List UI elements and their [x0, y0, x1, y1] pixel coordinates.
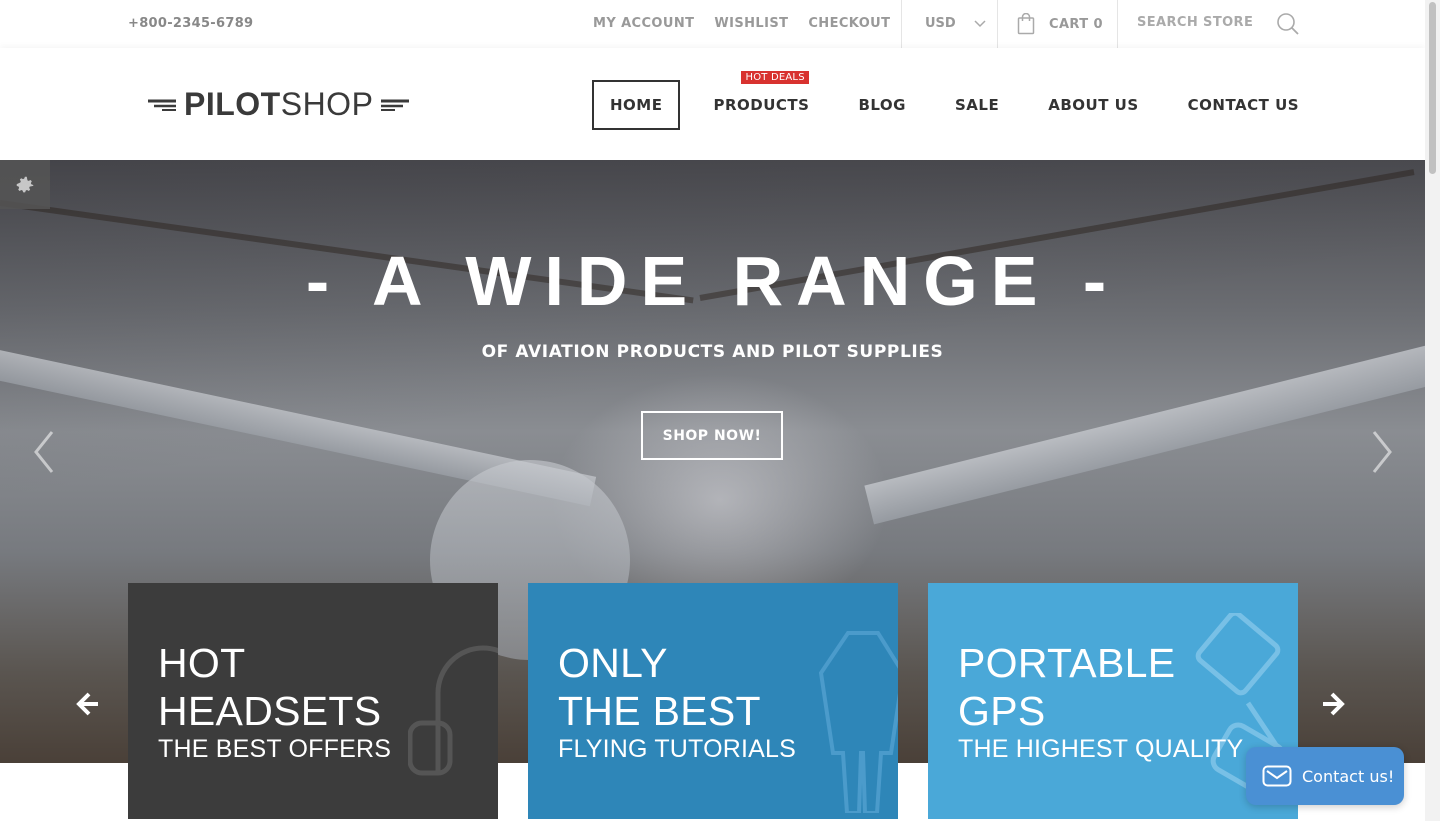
shopping-bag-icon: [1017, 13, 1035, 35]
promo-title-line1: ONLY: [558, 640, 668, 686]
main-header: PILOTSHOP HOME HOT DEALS PRODUCTS BLOG S…: [0, 48, 1425, 160]
hero-subtitle: OF AVIATION PRODUCTS AND PILOT SUPPLIES: [481, 342, 944, 362]
hero-title: - A WIDE RANGE -: [305, 242, 1120, 320]
wishlist-link[interactable]: WISHLIST: [714, 16, 788, 31]
logo-text-light: SHOP: [280, 86, 374, 122]
slider-next-icon[interactable]: [1370, 430, 1394, 474]
main-nav: HOME HOT DEALS PRODUCTS BLOG SALE ABOUT …: [592, 71, 1332, 130]
contact-label: Contact us!: [1302, 766, 1395, 786]
headset-icon: [408, 645, 498, 776]
slider-prev-icon[interactable]: [32, 430, 56, 474]
cart-button[interactable]: CART 0: [1017, 13, 1103, 35]
chevron-down-icon: [974, 19, 986, 27]
nav-label: ABOUT US: [1048, 96, 1139, 114]
nav-blog[interactable]: BLOG: [842, 80, 922, 130]
checkout-link[interactable]: CHECKOUT: [808, 16, 890, 31]
nav-label: PRODUCTS: [713, 96, 810, 114]
pilotshop-logo[interactable]: PILOTSHOP: [146, 86, 411, 123]
promo-subtitle: THE BEST OFFERS: [158, 735, 392, 763]
search-input[interactable]: SEARCH STORE: [1137, 15, 1253, 30]
phone-number: +800-2345-6789: [128, 16, 254, 31]
promo-subtitle: THE HIGHEST QUALITY: [958, 735, 1244, 763]
gear-icon: [16, 176, 34, 192]
nav-about-us[interactable]: ABOUT US: [1032, 80, 1154, 130]
promo-gps[interactable]: PORTABLE GPS THE HIGHEST QUALITY: [928, 583, 1298, 819]
nav-home[interactable]: HOME: [592, 80, 681, 130]
airplane-wing: [864, 335, 1425, 525]
flight-suit-icon: [818, 631, 898, 813]
promo-title-line2: THE BEST: [558, 688, 761, 734]
hot-deals-badge: HOT DEALS: [741, 71, 809, 84]
promo-title-line2: HEADSETS: [158, 688, 382, 734]
search-icon[interactable]: [1276, 12, 1300, 36]
promo-tutorials[interactable]: ONLY THE BEST FLYING TUTORIALS: [528, 583, 898, 819]
scrollbar-thumb[interactable]: [1429, 2, 1436, 174]
nav-products[interactable]: HOT DEALS PRODUCTS: [697, 71, 825, 130]
cart-label: CART: [1049, 16, 1089, 32]
my-account-link[interactable]: MY ACCOUNT: [593, 16, 694, 31]
nav-label: CONTACT US: [1187, 96, 1300, 114]
cart-count: 0: [1093, 16, 1103, 32]
envelope-icon: [1262, 765, 1292, 787]
shop-now-button[interactable]: SHOP NOW!: [641, 411, 783, 460]
top-bar: +800-2345-6789 MY ACCOUNT WISHLIST CHECK…: [0, 0, 1425, 48]
contact-us-widget[interactable]: Contact us!: [1246, 747, 1404, 805]
divider: [1117, 0, 1118, 48]
settings-toggle[interactable]: [0, 160, 50, 209]
promo-next-icon[interactable]: [1321, 690, 1345, 718]
nav-contact-us[interactable]: CONTACT US: [1172, 80, 1315, 130]
promo-prev-icon[interactable]: [76, 690, 100, 718]
nav-label: BLOG: [858, 96, 906, 114]
currency-value: USD: [925, 16, 956, 31]
currency-selector[interactable]: USD: [925, 16, 986, 31]
promo-title-line1: HOT: [158, 640, 246, 686]
promo-title-line2: GPS: [958, 688, 1046, 734]
divider: [997, 0, 998, 48]
promo-subtitle: FLYING TUTORIALS: [558, 735, 796, 763]
page-scrollbar[interactable]: [1425, 0, 1440, 821]
promo-title-line1: PORTABLE: [958, 640, 1176, 686]
divider: [901, 0, 902, 48]
account-links: MY ACCOUNT WISHLIST CHECKOUT: [593, 16, 890, 31]
nav-label: SALE: [955, 96, 1000, 114]
promo-headsets[interactable]: HOT HEADSETS THE BEST OFFERS: [128, 583, 498, 819]
nav-label: HOME: [610, 96, 663, 114]
wings-right-icon: [381, 99, 410, 111]
nav-sale[interactable]: SALE: [939, 80, 1015, 130]
wings-left-icon: [148, 99, 176, 111]
logo-text-bold: PILOT: [184, 86, 281, 122]
